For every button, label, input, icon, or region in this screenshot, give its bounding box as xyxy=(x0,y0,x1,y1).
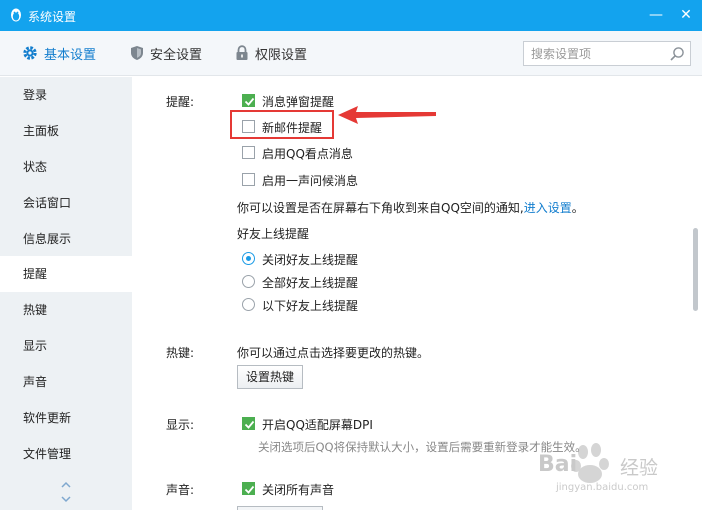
enter-settings-link[interactable]: 进入设置 xyxy=(524,201,572,215)
sound-settings-button-partial[interactable] xyxy=(237,506,323,510)
qq-penguin-icon xyxy=(11,8,21,22)
close-button[interactable]: ✕ xyxy=(675,5,697,25)
popup-reminder-label: 消息弹窗提醒 xyxy=(262,95,335,109)
sidebar-item-display[interactable]: 显示 xyxy=(0,328,132,364)
baidu-jingyan-watermark: Bai 经验 jingyan.baidu.com xyxy=(538,440,698,500)
sidebar-item-file-management[interactable]: 文件管理 xyxy=(0,436,132,472)
friend-online-title: 好友上线提醒 xyxy=(237,227,310,241)
qzone-notice-end: 。 xyxy=(571,201,584,215)
mute-all-label: 关闭所有声音 xyxy=(262,483,335,497)
watermark-brand-jingyan: 经验 xyxy=(620,457,659,479)
all-friend-online-label: 全部好友上线提醒 xyxy=(262,276,359,290)
check-icon xyxy=(244,97,255,106)
dpi-adapt-label: 开启QQ适配屏幕DPI xyxy=(262,418,373,432)
close-friend-online-label: 关闭好友上线提醒 xyxy=(262,253,359,267)
sound-section-label: 声音: xyxy=(166,483,195,497)
lock-icon xyxy=(236,45,248,60)
hotkey-description: 你可以通过点击选择要更改的热键。 xyxy=(237,346,430,360)
qq-kandian-label: 启用QQ看点消息 xyxy=(262,147,353,161)
display-section-label: 显示: xyxy=(166,418,195,432)
set-hotkey-button[interactable]: 设置热键 xyxy=(237,365,304,389)
sidebar-item-login[interactable]: 登录 xyxy=(0,77,132,113)
qzone-notice-text: 你可以设置是否在屏幕右下角收到来自QQ空间的通知, xyxy=(237,201,524,215)
popup-reminder-checkbox[interactable] xyxy=(242,94,255,107)
chevron-up-icon[interactable] xyxy=(60,480,72,490)
dpi-adapt-checkbox[interactable] xyxy=(242,417,255,430)
tab-basic-settings[interactable]: 基本设置 xyxy=(22,43,96,63)
greeting-message-checkbox[interactable] xyxy=(242,173,255,186)
gear-icon xyxy=(23,46,37,60)
all-friend-online-radio[interactable] xyxy=(242,275,255,288)
sidebar-item-chat-window[interactable]: 会话窗口 xyxy=(0,185,132,221)
annotation-highlight-box xyxy=(230,110,334,139)
annotation-arrow-icon xyxy=(338,106,436,124)
qq-kandian-checkbox[interactable] xyxy=(242,146,255,159)
watermark-url: jingyan.baidu.com xyxy=(556,482,649,493)
watermark-brand: Bai xyxy=(538,452,578,477)
shield-icon xyxy=(131,46,143,60)
title-bar: 系统设置 — ✕ xyxy=(0,0,702,31)
tab-basic-settings-label: 基本设置 xyxy=(44,47,97,63)
greeting-message-label: 启用一声问候消息 xyxy=(262,174,359,188)
hotkey-section-label: 热键: xyxy=(166,346,195,360)
selected-friend-online-label: 以下好友上线提醒 xyxy=(262,299,359,313)
close-friend-online-radio[interactable] xyxy=(242,252,255,265)
sidebar-item-hotkey[interactable]: 热键 xyxy=(0,292,132,328)
qzone-notice: 你可以设置是否在屏幕右下角收到来自QQ空间的通知,进入设置。 xyxy=(237,199,584,216)
search-icon[interactable] xyxy=(669,46,685,62)
minimize-button[interactable]: — xyxy=(645,5,667,25)
tab-security-settings[interactable]: 安全设置 xyxy=(130,43,202,63)
check-icon xyxy=(244,420,255,429)
mute-all-checkbox[interactable] xyxy=(242,482,255,495)
sidebar-item-sound[interactable]: 声音 xyxy=(0,364,132,400)
settings-sidebar: 登录 主面板 状态 会话窗口 信息展示 提醒 热键 显示 声音 软件更新 文件管… xyxy=(0,77,132,510)
window-title: 系统设置 xyxy=(28,10,77,24)
tab-permission-settings[interactable]: 权限设置 xyxy=(235,43,307,63)
scrollbar-thumb[interactable] xyxy=(693,228,698,311)
tab-security-settings-label: 安全设置 xyxy=(150,47,203,63)
sidebar-item-status[interactable]: 状态 xyxy=(0,149,132,185)
sidebar-item-software-update[interactable]: 软件更新 xyxy=(0,400,132,436)
sidebar-item-reminder[interactable]: 提醒 xyxy=(0,256,132,292)
settings-toolbar: 基本设置 安全设置 权限设置 xyxy=(0,31,702,76)
search-box xyxy=(523,41,691,66)
selected-friend-online-radio[interactable] xyxy=(242,298,255,311)
reminder-section-label: 提醒: xyxy=(166,95,195,109)
search-input[interactable] xyxy=(524,42,664,65)
check-icon xyxy=(244,485,255,494)
sidebar-item-main-panel[interactable]: 主面板 xyxy=(0,113,132,149)
sidebar-item-info-display[interactable]: 信息展示 xyxy=(0,221,132,257)
tab-permission-settings-label: 权限设置 xyxy=(255,47,308,63)
chevron-down-icon[interactable] xyxy=(60,494,72,504)
